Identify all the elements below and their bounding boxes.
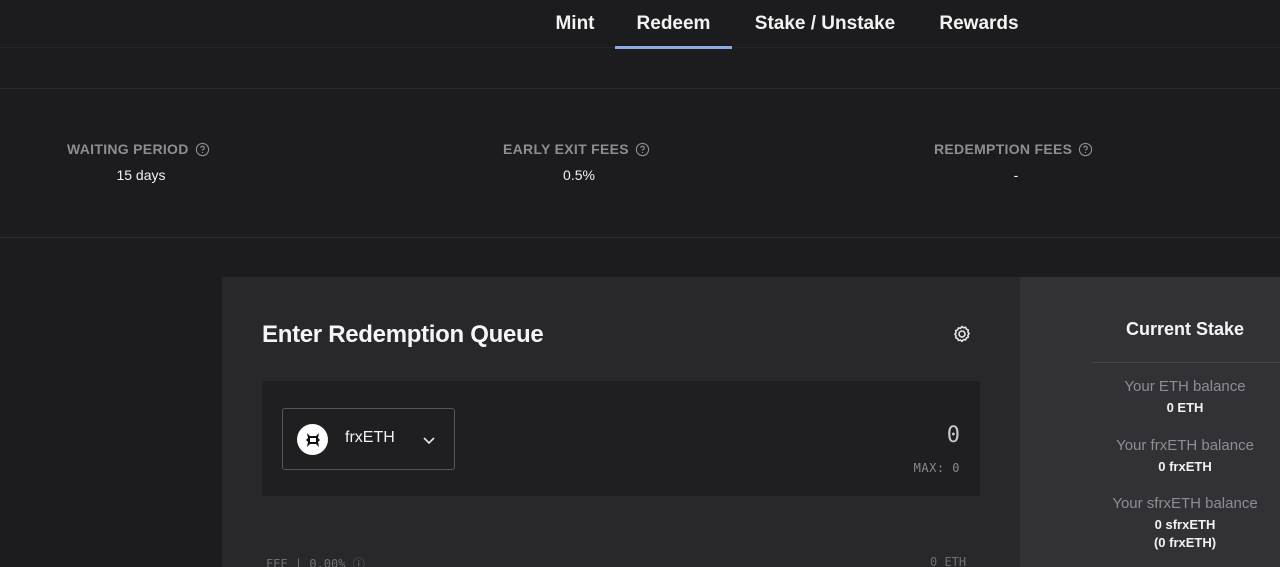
redemption-card: Enter Redemption Queue frxETH MAX: 0 FEE…: [222, 277, 1020, 567]
stat-label: WAITING PERIOD: [67, 141, 189, 157]
fee-label: FEE | 0.00% ⓘ: [266, 557, 365, 567]
tab-mint[interactable]: Mint: [545, 0, 605, 48]
amount-input-panel: frxETH MAX: 0: [262, 381, 980, 496]
tab-redeem[interactable]: Redeem: [615, 0, 732, 49]
stats-band: WAITING PERIOD 15 days EARLY EXIT FEES 0…: [0, 88, 1280, 238]
question-circle-icon[interactable]: [1078, 142, 1093, 157]
balance-label: Your ETH balance: [1124, 378, 1246, 395]
amount-input[interactable]: [760, 423, 960, 448]
question-circle-icon[interactable]: [195, 142, 210, 157]
max-button[interactable]: MAX: 0: [914, 461, 960, 475]
eth-balance: Your ETH balance 0 ETH: [1092, 378, 1278, 415]
balance-value: 0 ETH: [1166, 400, 1204, 415]
active-tab-indicator: [615, 46, 732, 49]
current-stake-panel: Current Stake Your ETH balance 0 ETH You…: [1020, 277, 1280, 567]
balance-label: Your frxETH balance: [1116, 437, 1254, 454]
chevron-down-icon: [423, 437, 435, 445]
tab-stake-unstake[interactable]: Stake / Unstake: [742, 0, 908, 48]
stat-waiting-period: WAITING PERIOD 15 days: [67, 141, 215, 183]
stat-value: 15 days: [116, 167, 166, 183]
stat-value: 0.5%: [563, 167, 595, 183]
current-stake-title: Current Stake: [1125, 319, 1245, 339]
stat-label-row: EARLY EXIT FEES: [503, 141, 655, 157]
top-nav: Mint Redeem Stake / Unstake Rewards: [0, 0, 1280, 49]
frxeth-logo-glyph: [305, 432, 320, 447]
frxeth-balance: Your frxETH balance 0 frxETH: [1092, 437, 1278, 474]
stat-early-exit-fees: EARLY EXIT FEES 0.5%: [503, 141, 655, 183]
stat-label-row: REDEMPTION FEES: [934, 141, 1098, 157]
stat-label: EARLY EXIT FEES: [503, 141, 629, 157]
stat-label: REDEMPTION FEES: [934, 141, 1073, 157]
tab-rewards[interactable]: Rewards: [926, 0, 1032, 48]
balance-label: Your sfrxETH balance: [1112, 495, 1258, 512]
fee-value: 0 ETH: [930, 555, 967, 567]
stat-label-row: WAITING PERIOD: [67, 141, 215, 157]
card-title: Enter Redemption Queue: [262, 321, 544, 348]
balance-value: 0 sfrxETH: [1154, 517, 1216, 532]
balance-sub-value: (0 frxETH): [1153, 535, 1217, 550]
stat-redemption-fees: REDEMPTION FEES -: [934, 141, 1098, 183]
balance-value: 0 frxETH: [1158, 459, 1212, 474]
token-name: frxETH: [345, 429, 395, 446]
token-select[interactable]: frxETH: [282, 408, 455, 470]
divider: [1092, 362, 1280, 363]
question-circle-icon[interactable]: [635, 142, 650, 157]
sfrxeth-balance: Your sfrxETH balance 0 sfrxETH (0 frxETH…: [1092, 495, 1278, 550]
gear-icon[interactable]: [950, 322, 974, 346]
stat-value: -: [1013, 167, 1019, 183]
frxeth-logo-icon: [297, 424, 328, 455]
tab-redeem-label: Redeem: [636, 13, 711, 34]
